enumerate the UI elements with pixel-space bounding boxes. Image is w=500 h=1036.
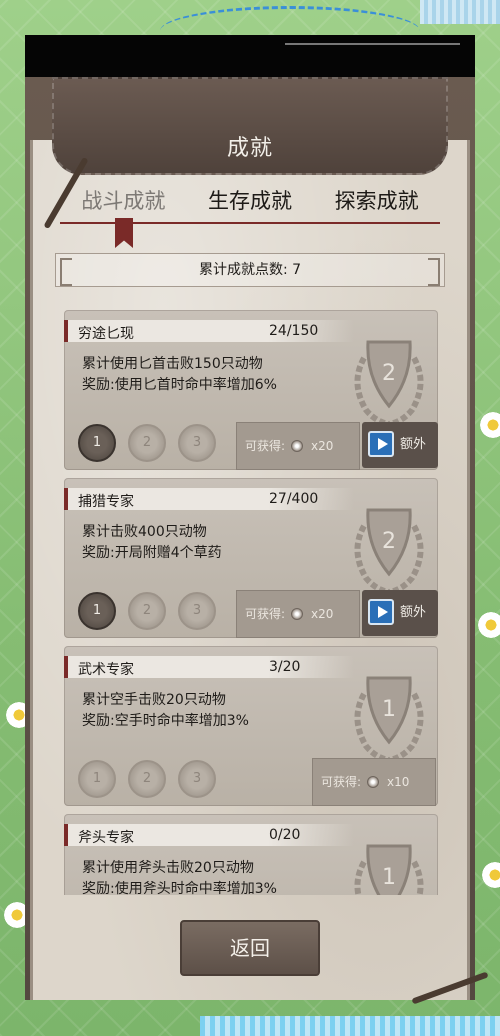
obtain-count: x20: [311, 607, 334, 621]
achievement-goal: 累计击败400只动物: [82, 524, 207, 540]
obtain-count: x10: [387, 775, 410, 789]
video-icon: [368, 599, 394, 625]
achievement-reward: 奖励:空手时命中率增加3%: [82, 713, 249, 729]
achievement-progress: 24/150: [269, 323, 319, 339]
coin-icon: [291, 608, 304, 620]
achievement-reward: 奖励:使用斧头时命中率增加3%: [82, 881, 277, 895]
obtain-count: x20: [311, 439, 334, 453]
emblem-number: 2: [382, 529, 396, 554]
tier-badge: 2: [128, 592, 166, 630]
decorative-checker-top: [420, 0, 500, 24]
flower-decoration: [476, 610, 500, 640]
achievement-progress: 27/400: [269, 491, 319, 507]
achievement-card: 捕猎专家 27/400 累计击败400只动物 奖励:开局附赠4个草药 2 1 2…: [64, 478, 438, 638]
emblem-number: 1: [382, 697, 396, 722]
coin-icon: [367, 776, 380, 788]
achievement-goal: 累计使用斧头击败20只动物: [82, 860, 254, 876]
achievement-card: 武术专家 3/20 累计空手击败20只动物 奖励:空手时命中率增加3% 1 1 …: [64, 646, 438, 806]
extra-label: 额外: [400, 605, 427, 620]
achievement-progress: 0/20: [269, 827, 301, 843]
tier-badge: 2: [128, 760, 166, 798]
achievement-goal: 累计使用匕首击败150只动物: [82, 356, 263, 372]
obtain-label: 可获得:: [245, 439, 286, 453]
achievement-reward: 奖励:开局附赠4个草药: [82, 545, 222, 561]
tier-badge: 3: [178, 592, 216, 630]
reward-box: 可获得: x20: [236, 590, 360, 638]
tab-survival[interactable]: 生存成就: [187, 185, 314, 225]
achievement-goal: 累计空手击败20只动物: [82, 692, 226, 708]
emblem-number: 1: [382, 865, 396, 890]
top-status-bar: [25, 35, 475, 77]
achievement-name: 穷途匕现: [78, 326, 134, 342]
tier-badge: 1: [78, 424, 116, 462]
achievement-description: 累计使用斧头击败20只动物 奖励:使用斧头时命中率增加3%: [82, 858, 277, 895]
achievement-progress: 3/20: [269, 659, 301, 675]
tier-badge: 1: [78, 760, 116, 798]
coin-icon: [291, 440, 304, 452]
flower-decoration: [480, 860, 500, 890]
tab-exploration[interactable]: 探索成就: [313, 185, 440, 225]
achievement-card: 穷途匕现 24/150 累计使用匕首击败150只动物 奖励:使用匕首时命中率增加…: [64, 310, 438, 470]
achievement-card: 斧头专家 0/20 累计使用斧头击败20只动物 奖励:使用斧头时命中率增加3% …: [64, 814, 438, 895]
flower-decoration: [478, 410, 500, 440]
tier-badge: 3: [178, 424, 216, 462]
decorative-checker-bottom: [200, 1016, 500, 1036]
achievement-name: 捕猎专家: [78, 494, 134, 510]
tier-badge: 3: [178, 760, 216, 798]
achievement-reward: 奖励:使用匕首时命中率增加6%: [82, 377, 277, 393]
emblem-number: 2: [382, 361, 396, 386]
obtain-label: 可获得:: [245, 607, 286, 621]
tier-badge: 1: [78, 592, 116, 630]
achievement-name: 武术专家: [78, 662, 134, 678]
back-button[interactable]: 返回: [180, 920, 320, 976]
obtain-label: 可获得:: [321, 775, 362, 789]
extra-reward-button[interactable]: 额外: [362, 422, 438, 468]
video-icon: [368, 431, 394, 457]
achievement-description: 累计击败400只动物 奖励:开局附赠4个草药: [82, 522, 222, 564]
achievement-list[interactable]: 穷途匕现 24/150 累计使用匕首击败150只动物 奖励:使用匕首时命中率增加…: [64, 310, 438, 895]
reward-box: 可获得: x20: [236, 422, 360, 470]
laurel-shield-icon: 1: [354, 676, 424, 763]
achievement-name: 斧头专家: [78, 830, 134, 846]
laurel-shield-icon: 2: [354, 508, 424, 595]
achievement-description: 累计空手击败20只动物 奖励:空手时命中率增加3%: [82, 690, 249, 732]
laurel-shield-icon: 1: [354, 844, 424, 895]
tier-badge: 2: [128, 424, 166, 462]
extra-reward-button[interactable]: 额外: [362, 590, 438, 636]
reward-box: 可获得: x10: [312, 758, 436, 806]
achievement-points: 累计成就点数: 7: [55, 253, 445, 287]
laurel-shield-icon: 2: [354, 340, 424, 427]
page-title: 成就: [226, 136, 273, 161]
achievement-description: 累计使用匕首击败150只动物 奖励:使用匕首时命中率增加6%: [82, 354, 277, 396]
extra-label: 额外: [400, 437, 427, 452]
